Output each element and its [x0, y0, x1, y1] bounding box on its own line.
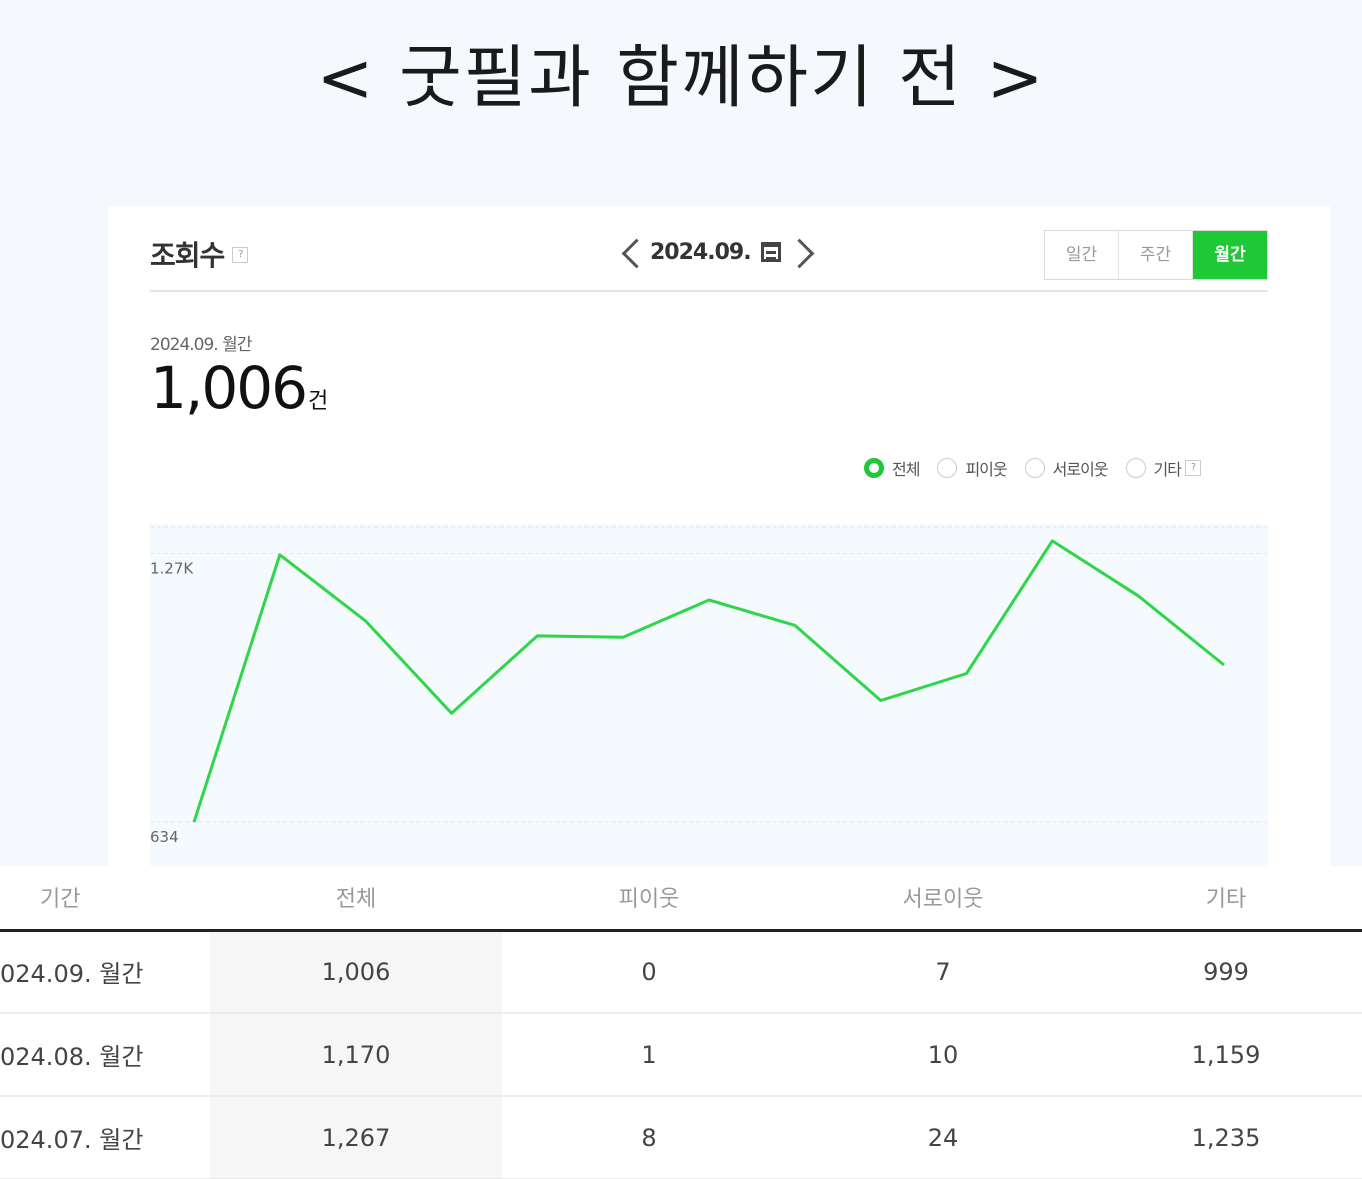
legend-item-mutual[interactable]: 서로이웃: [1024, 456, 1109, 480]
card-title: 조회수?: [150, 234, 249, 274]
cell-neighbor: 1: [502, 1013, 796, 1097]
legend-label-other: 기타: [1153, 460, 1182, 479]
cell-total: 1,170: [210, 1013, 502, 1097]
summary-value: 1,006건: [150, 354, 328, 422]
legend-help-icon[interactable]: ?: [1184, 460, 1201, 476]
data-point[interactable]: [703, 594, 715, 606]
y-tick-label: 634: [150, 828, 179, 846]
header-period: 기간: [0, 866, 210, 932]
header-other: 기타: [1090, 866, 1362, 932]
tab-monthly[interactable]: 월간: [1193, 231, 1267, 279]
data-point[interactable]: [360, 615, 372, 627]
views-card: 조회수? 2024.09. 일간 주간 월간 2024.09. 월간 1,006…: [108, 206, 1330, 866]
data-point[interactable]: [875, 694, 887, 706]
data-point[interactable]: [617, 631, 629, 643]
data-point[interactable]: [188, 816, 200, 828]
tab-weekly[interactable]: 주간: [1119, 231, 1193, 279]
chevron-left-icon[interactable]: [618, 234, 640, 270]
chart-legend: 전체 피이웃 서로이웃 기타?: [864, 456, 1219, 480]
cell-total: 1,267: [210, 1096, 502, 1179]
legend-item-neighbor[interactable]: 피이웃: [937, 456, 1008, 480]
data-point[interactable]: [274, 549, 286, 561]
summary-unit: 건: [308, 389, 329, 414]
table-row: 024.08. 월간 1,170 1 10 1,159: [0, 1013, 1362, 1097]
data-point[interactable]: [1218, 659, 1230, 671]
radio-mutual[interactable]: [1024, 458, 1045, 478]
cell-total: 1,006: [210, 930, 502, 1014]
chevron-right-icon[interactable]: [791, 234, 813, 270]
radio-neighbor[interactable]: [937, 458, 958, 478]
table-header-row: 기간 전체 피이웃 서로이웃 기타: [0, 866, 1362, 932]
legend-label-neighbor: 피이웃: [965, 460, 1007, 479]
plot-area: [150, 524, 1268, 866]
data-point[interactable]: [1046, 535, 1058, 547]
radio-all[interactable]: [864, 458, 884, 478]
summary-date: 2024.09. 월간: [150, 335, 252, 355]
table-row: 024.09. 월간 1,006 0 7 999: [0, 930, 1362, 1014]
page-title: < 굿필과 함께하기 전 >: [316, 39, 1046, 118]
calendar-icon[interactable]: [760, 242, 781, 262]
data-point[interactable]: [446, 707, 458, 719]
cell-mutual: 24: [796, 1096, 1090, 1179]
legend-label-mutual: 서로이웃: [1052, 460, 1109, 479]
summary-number: 1,006: [150, 354, 308, 422]
legend-item-all[interactable]: 전체: [864, 456, 920, 480]
cell-mutual: 7: [796, 930, 1090, 1014]
data-point[interactable]: [789, 619, 801, 631]
tab-daily[interactable]: 일간: [1045, 231, 1119, 279]
period-tabs: 일간 주간 월간: [1044, 230, 1268, 280]
cell-other: 1,159: [1090, 1013, 1362, 1097]
cell-other: 1,235: [1090, 1096, 1362, 1179]
cell-neighbor: 0: [502, 930, 796, 1014]
date-navigator: 2024.09.: [618, 232, 813, 272]
cell-neighbor: 8: [502, 1096, 796, 1179]
table-row: 024.07. 월간 1,267 8 24 1,235: [0, 1096, 1362, 1179]
header-neighbor: 피이웃: [502, 866, 796, 932]
views-line-chart: 1.27K 634: [150, 524, 1268, 866]
cell-period: 024.08. 월간: [0, 1013, 210, 1097]
header-mutual: 서로이웃: [796, 866, 1090, 932]
current-date: 2024.09.: [650, 239, 752, 265]
data-point[interactable]: [961, 667, 973, 679]
stats-table: 기간 전체 피이웃 서로이웃 기타 024.09. 월간 1,006 0 7 9…: [0, 866, 1362, 1179]
cell-period: 024.09. 월간: [0, 930, 210, 1014]
cell-other: 999: [1090, 930, 1362, 1014]
data-point[interactable]: [531, 630, 543, 642]
header-total: 전체: [210, 866, 502, 932]
y-tick-label: 1.27K: [150, 560, 194, 578]
card-header: 조회수? 2024.09. 일간 주간 월간: [150, 228, 1268, 292]
cell-mutual: 10: [796, 1013, 1090, 1097]
cell-period: 024.07. 월간: [0, 1096, 210, 1179]
legend-label-all: 전체: [892, 460, 920, 479]
legend-item-other[interactable]: 기타?: [1125, 456, 1201, 480]
card-title-text: 조회수: [150, 239, 225, 272]
help-icon[interactable]: ?: [232, 247, 249, 263]
data-point[interactable]: [1132, 590, 1144, 602]
radio-other[interactable]: [1125, 458, 1146, 478]
